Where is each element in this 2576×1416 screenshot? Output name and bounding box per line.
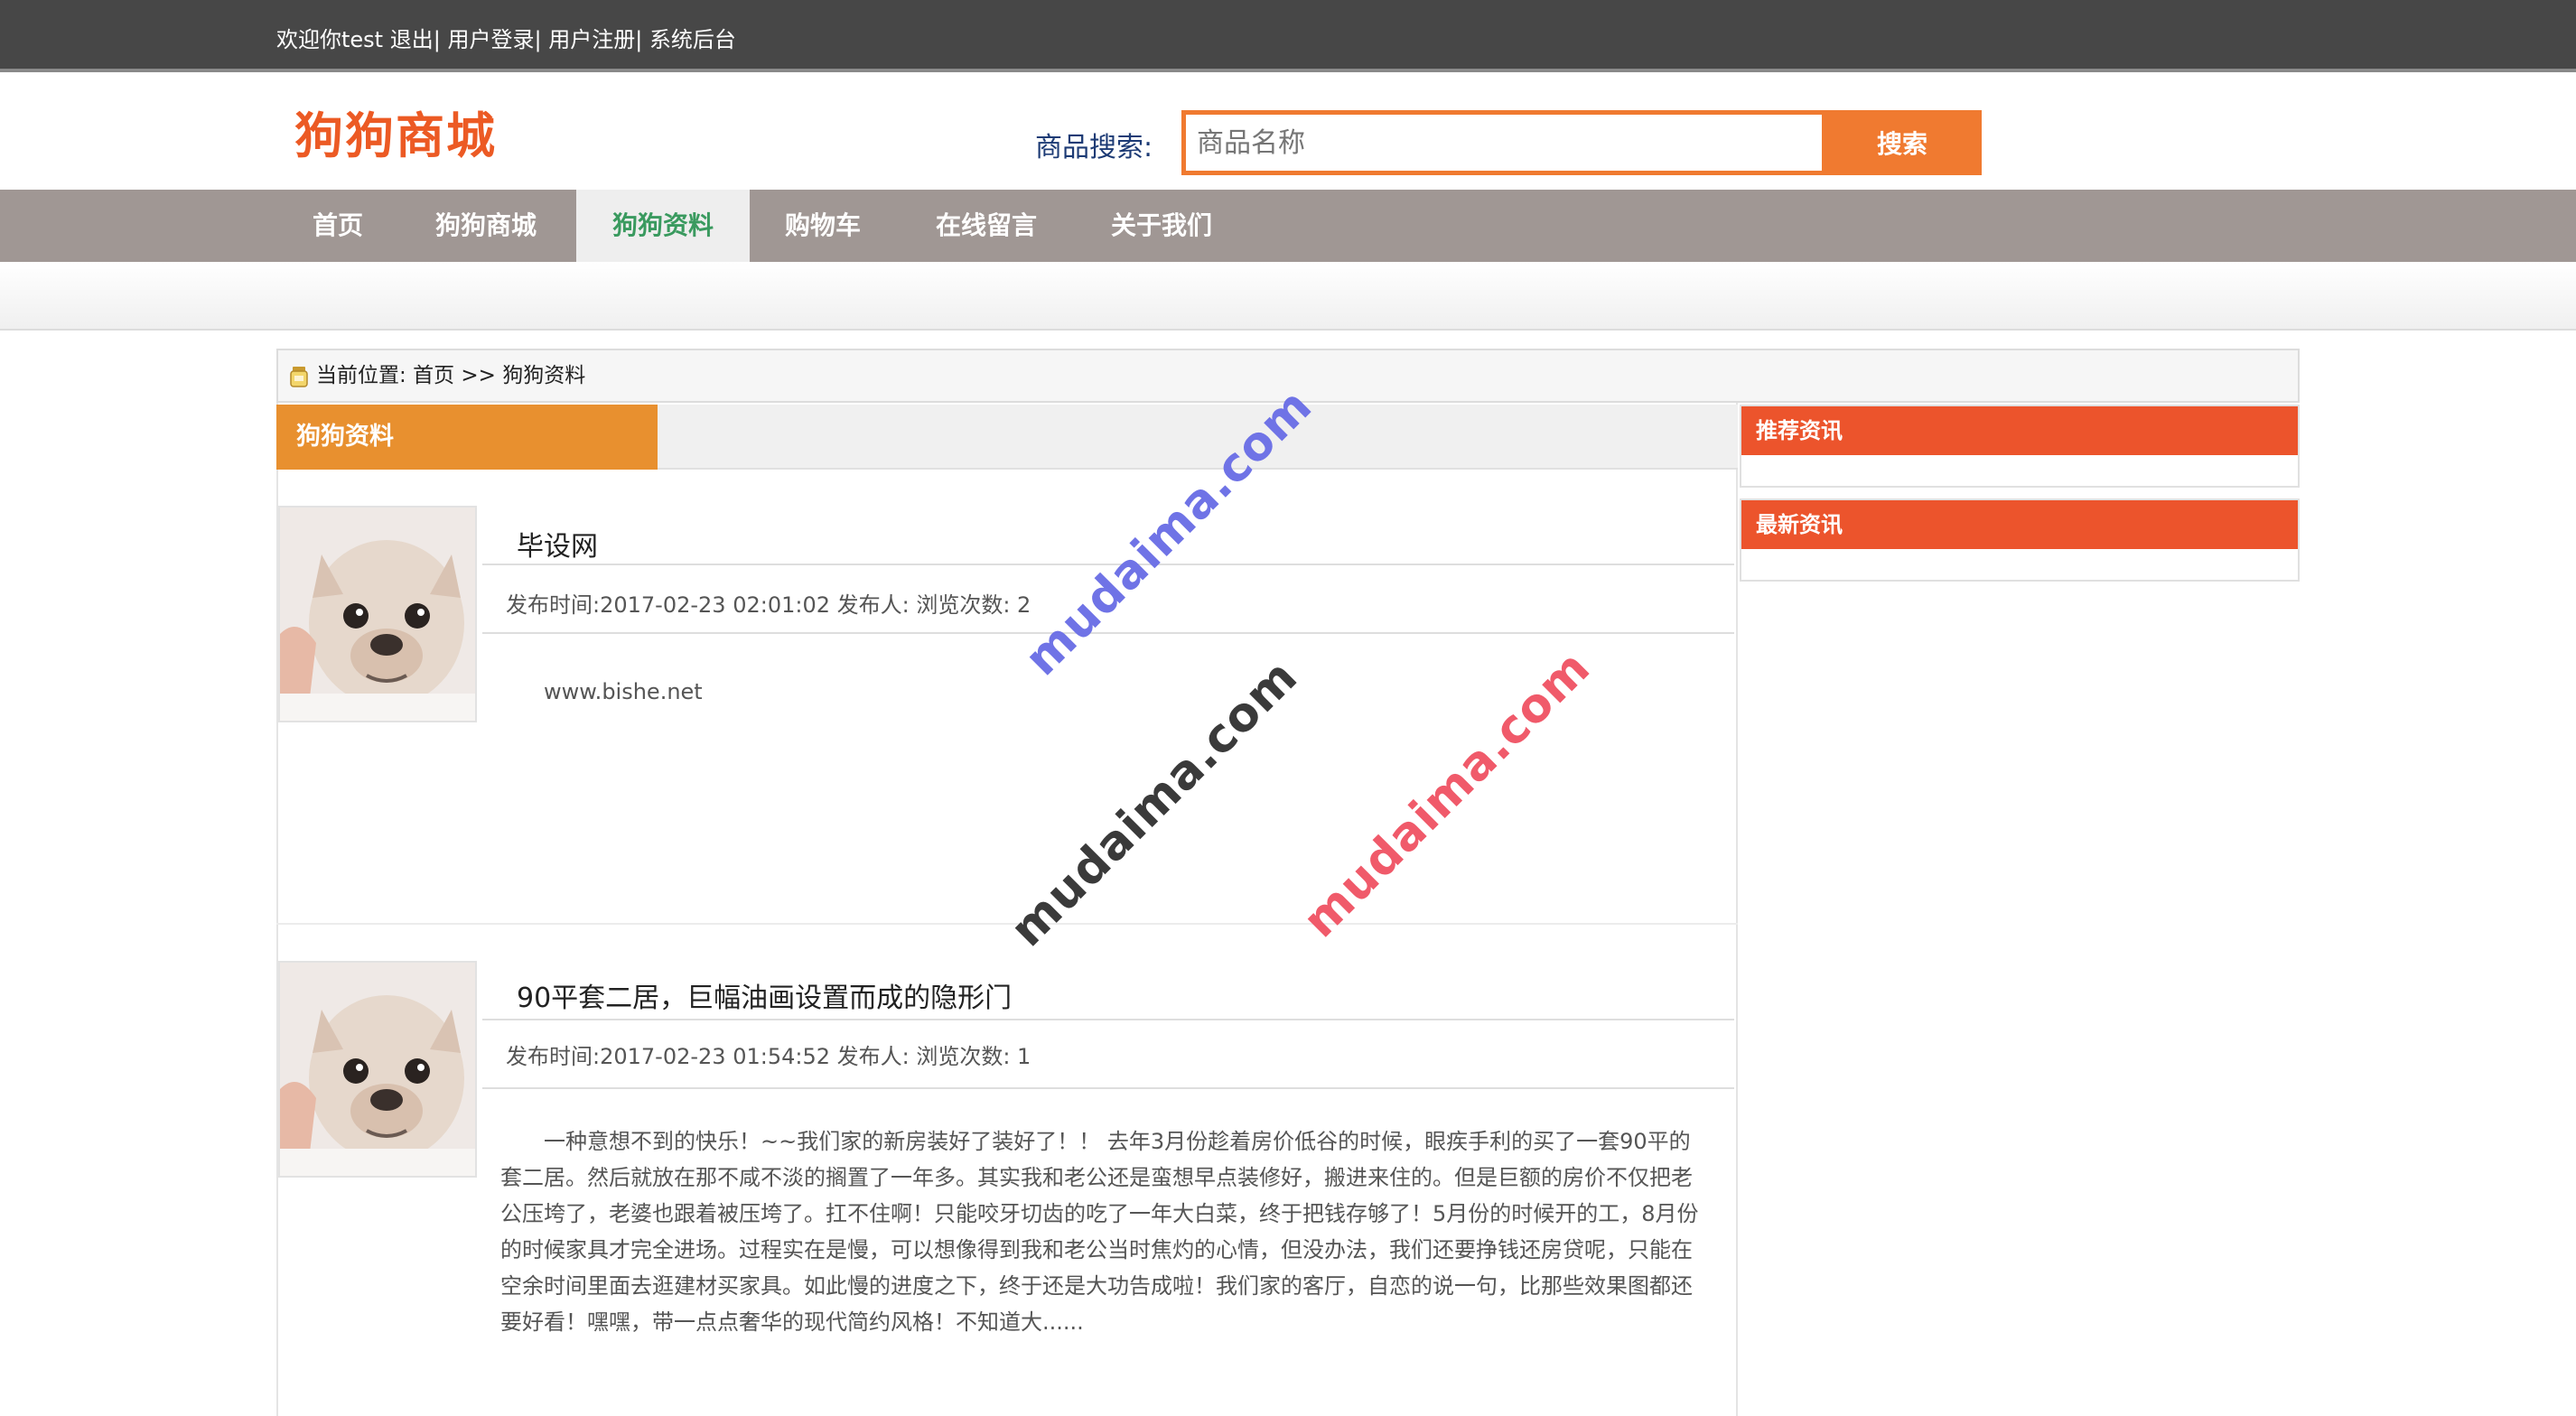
article-meta: 发布时间:2017-02-23 01:54:52 发布人: 浏览次数: 1 [506, 1044, 1031, 1069]
breadcrumb-prefix: 当前位置: [316, 364, 406, 387]
recommended-news-box: 推荐资讯 [1740, 405, 2300, 488]
section-title: 狗狗资料 [276, 405, 658, 470]
login-link[interactable]: 用户登录 [447, 27, 534, 52]
article-meta: 发布时间:2017-02-23 02:01:02 发布人: 浏览次数: 2 [506, 592, 1031, 618]
separator: | [433, 27, 441, 52]
separator: | [635, 27, 643, 52]
divider [482, 1019, 1734, 1020]
main-nav: 首页 狗狗商城 狗狗资料 购物车 在线留言 关于我们 [0, 190, 2576, 262]
article-thumbnail[interactable] [278, 506, 477, 722]
latest-news-title: 最新资讯 [1741, 500, 2298, 549]
nav-item-dog-info[interactable]: 狗狗资料 [576, 190, 750, 262]
logout-link[interactable]: 退出 [390, 27, 434, 52]
article-title[interactable]: 毕设网 [517, 524, 598, 564]
search-label: 商品搜索: [1035, 132, 1153, 163]
search-box [1181, 110, 1826, 175]
top-links: 欢迎你test 退出| 用户登录| 用户注册| 系统后台 [276, 22, 736, 53]
latest-news-box: 最新资讯 [1740, 498, 2300, 582]
breadcrumb-arrow: >> [461, 364, 496, 387]
article-thumbnail[interactable] [278, 961, 477, 1178]
recommended-news-title: 推荐资讯 [1741, 406, 2298, 455]
jar-icon [290, 367, 308, 387]
dog-image [280, 508, 475, 721]
site-logo[interactable]: 狗狗商城 [294, 96, 497, 167]
dog-image [280, 963, 475, 1176]
search-input[interactable] [1186, 115, 1822, 171]
nav-item-about[interactable]: 关于我们 [1091, 190, 1232, 262]
admin-link[interactable]: 系统后台 [649, 27, 736, 52]
breadcrumb-current: 狗狗资料 [502, 364, 586, 387]
search-button[interactable]: 搜索 [1823, 110, 1982, 175]
sub-band [0, 262, 2576, 331]
separator: | [534, 27, 542, 52]
welcome-text: 欢迎你test [276, 27, 384, 52]
nav-item-cart[interactable]: 购物车 [766, 190, 880, 262]
breadcrumb-home[interactable]: 首页 [413, 364, 454, 387]
article-body: 一种意想不到的快乐！~~我们家的新房装好了装好了！！ 去年3月份趁着房价低谷的时… [500, 1129, 1699, 1335]
nav-item-home[interactable]: 首页 [282, 190, 394, 262]
divider [482, 1087, 1734, 1089]
top-bar: 欢迎你test 退出| 用户登录| 用户注册| 系统后台 [0, 0, 2576, 72]
nav-item-dog-shop[interactable]: 狗狗商城 [412, 190, 560, 262]
section-header: 狗狗资料 [276, 405, 1738, 470]
breadcrumb-text: 当前位置: 首页 >> 狗狗资料 [316, 350, 585, 401]
article-item: 90平套二居，巨幅油画设置而成的隐形门 发布时间:2017-02-23 01:5… [276, 961, 1738, 1412]
divider [482, 632, 1734, 634]
nav-item-message[interactable]: 在线留言 [918, 190, 1055, 262]
register-link[interactable]: 用户注册 [548, 27, 635, 52]
article-title[interactable]: 90平套二居，巨幅油画设置而成的隐形门 [517, 975, 1012, 1015]
